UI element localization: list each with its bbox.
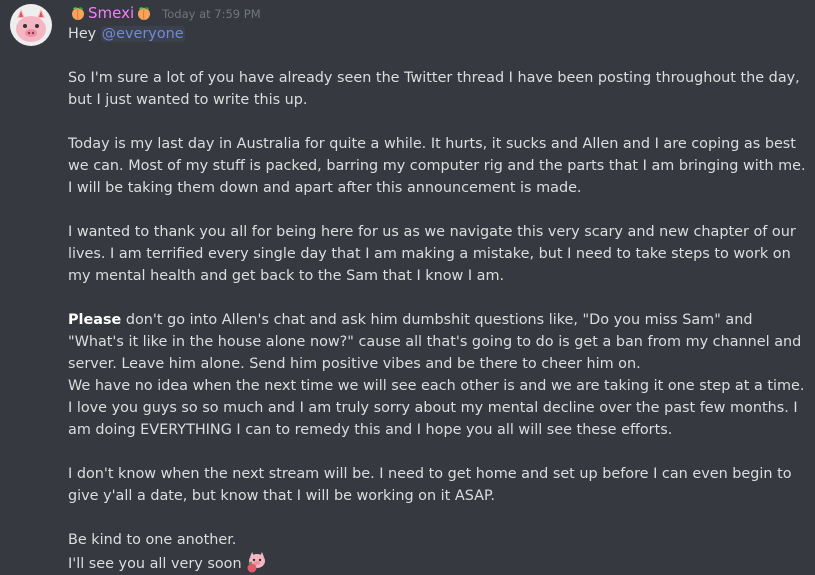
- username-text: Smexi: [88, 4, 135, 22]
- user-avatar[interactable]: [10, 4, 52, 46]
- paragraph-4-text: don't go into Allen's chat and ask him d…: [68, 312, 802, 372]
- bold-please: Please: [68, 312, 122, 328]
- paragraph-2: Today is my last day in Australia for qu…: [68, 136, 806, 196]
- everyone-mention[interactable]: @everyone: [100, 26, 185, 42]
- paragraph-5: We have no idea when the next time we wi…: [68, 378, 805, 394]
- chat-message: Smexi Today at 7:59 PM Hey @everyone So …: [0, 0, 815, 575]
- peach-icon: [72, 7, 84, 21]
- message-content: Hey @everyone So I'm sure a lot of you h…: [68, 23, 808, 575]
- paragraph-8: Be kind to one another.: [68, 532, 237, 548]
- username[interactable]: Smexi: [68, 4, 154, 22]
- message-header: Smexi Today at 7:59 PM: [68, 2, 261, 24]
- paragraph-3: I wanted to thank you all for being here…: [68, 224, 796, 284]
- paragraph-1: So I'm sure a lot of you have already se…: [68, 70, 800, 108]
- paragraph-4: Please don't go into Allen's chat and as…: [68, 309, 808, 375]
- paragraph-9: I'll see you all very soon: [68, 551, 808, 575]
- peach-icon: [138, 7, 151, 21]
- pig-avatar-icon: [10, 4, 52, 46]
- greeting-line: Hey @everyone: [68, 23, 808, 45]
- paragraph-6: I love you guys so so much and I am trul…: [68, 400, 798, 438]
- paragraph-7: I don't know when the next stream will b…: [68, 466, 792, 504]
- timestamp: Today at 7:59 PM: [162, 7, 261, 21]
- closing-text: I'll see you all very soon: [68, 556, 242, 572]
- greeting-text: Hey: [68, 26, 101, 42]
- pig-hugging-peach-icon: [247, 552, 265, 573]
